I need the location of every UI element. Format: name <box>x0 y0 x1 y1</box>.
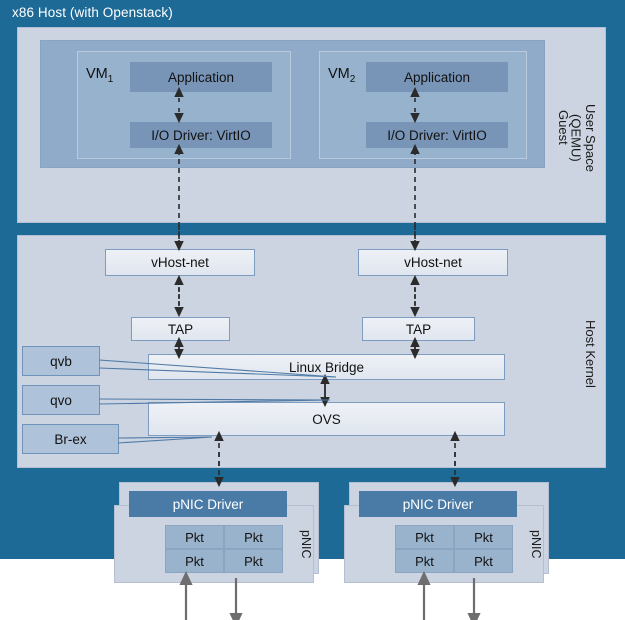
vhost-net-box-left[interactable]: vHost-net <box>105 249 255 276</box>
vm-label-2-index: 2 <box>349 73 356 85</box>
vm-label-2: VM2 <box>328 66 355 85</box>
host-title: x86 Host (with Openstack) <box>12 5 173 20</box>
ovs-box[interactable]: OVS <box>148 402 505 436</box>
vhost-net-box-right[interactable]: vHost-net <box>358 249 508 276</box>
packet-cell: Pkt <box>395 549 454 573</box>
user-space-side-label: User Space (QEMU) <box>568 104 598 172</box>
packet-cell: Pkt <box>454 525 513 549</box>
packet-cell: Pkt <box>454 549 513 573</box>
vm-box-2[interactable]: VM2 Application I/O Driver: VirtIO <box>319 51 527 159</box>
packet-cell: Pkt <box>224 549 283 573</box>
callout-qvo[interactable]: qvo <box>22 385 100 415</box>
user-space-panel: User Space (QEMU) Guest VM1 Application … <box>17 27 606 223</box>
packet-cell: Pkt <box>165 549 224 573</box>
io-driver-box-2[interactable]: I/O Driver: VirtIO <box>366 122 508 148</box>
packet-cell: Pkt <box>224 525 283 549</box>
tap-box-left[interactable]: TAP <box>131 317 230 341</box>
host-kernel-side-label: Host Kernel <box>583 320 598 388</box>
tap-box-right[interactable]: TAP <box>362 317 475 341</box>
pnic-driver-left[interactable]: pNIC Driver <box>129 491 287 517</box>
callout-qvb[interactable]: qvb <box>22 346 100 376</box>
pnic-block-right: pNIC pNIC Driver Pkt Pkt Pkt Pkt <box>344 482 549 583</box>
guest-side-label: Guest <box>556 109 571 145</box>
callout-br-ex[interactable]: Br-ex <box>22 424 119 454</box>
vm-label-1: VM1 <box>86 66 113 85</box>
packet-cell: Pkt <box>395 525 454 549</box>
packet-grid-left: Pkt Pkt Pkt Pkt <box>165 525 283 573</box>
vm-label-2-text: VM <box>328 66 350 82</box>
packet-grid-right: Pkt Pkt Pkt Pkt <box>395 525 513 573</box>
vm-label-1-text: VM <box>86 66 108 82</box>
io-driver-box-1[interactable]: I/O Driver: VirtIO <box>130 122 272 148</box>
vm-label-1-index: 1 <box>107 73 114 85</box>
pnic-block-left: pNIC pNIC Driver Pkt Pkt Pkt Pkt <box>114 482 319 583</box>
guest-strip: Guest VM1 Application I/O Driver: VirtIO… <box>40 40 571 168</box>
host-kernel-panel: Host Kernel vHost-net vHost-net TAP TAP … <box>17 235 606 468</box>
application-box-1[interactable]: Application <box>130 62 272 92</box>
pnic-driver-right[interactable]: pNIC Driver <box>359 491 517 517</box>
vm-box-1[interactable]: VM1 Application I/O Driver: VirtIO <box>77 51 291 159</box>
diagram-canvas: x86 Host (with Openstack) User Space (QE… <box>0 0 625 620</box>
application-box-2[interactable]: Application <box>366 62 508 92</box>
packet-cell: Pkt <box>165 525 224 549</box>
linux-bridge-box[interactable]: Linux Bridge <box>148 354 505 380</box>
